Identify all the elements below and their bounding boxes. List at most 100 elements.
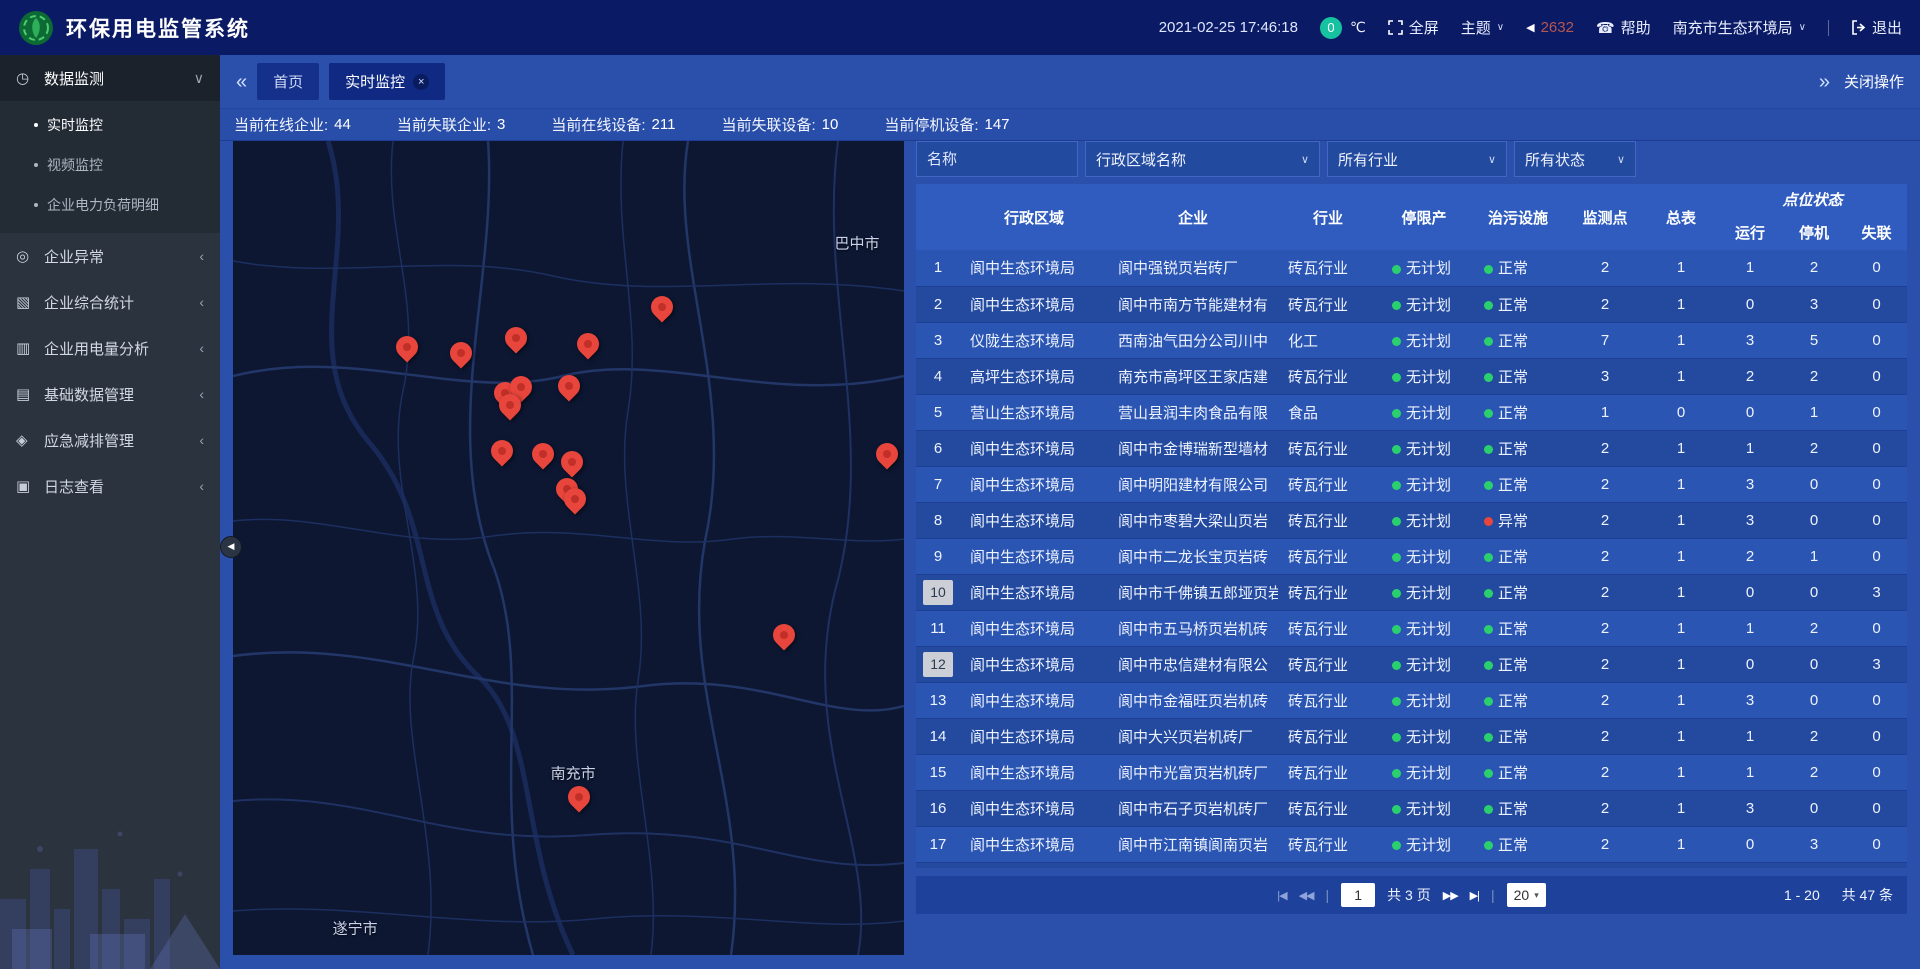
prev-page-button[interactable]: ◀◀ [1299, 889, 1314, 902]
map-pin[interactable] [491, 440, 513, 462]
cell: 砖瓦行业 [1278, 646, 1378, 682]
map-pin[interactable] [564, 488, 586, 510]
table-row[interactable]: 11阆中生态环境局阆中市五马桥页岩机砖砖瓦行业无计划正常21120 [916, 610, 1907, 646]
status-filter-select[interactable]: 所有状态 ∨ [1514, 141, 1636, 177]
stat-label: 当前失联设备: [721, 114, 815, 135]
table-row[interactable]: 14阆中生态环境局阆中大兴页岩机砖厂砖瓦行业无计划正常21120 [916, 718, 1907, 754]
cell: 2 [1718, 358, 1782, 394]
cell: 阆中明阳建材有限公司 [1108, 466, 1278, 502]
map-pin[interactable] [505, 327, 527, 349]
scroll-tabs-left-icon[interactable]: « [236, 72, 247, 92]
map-pin[interactable] [577, 333, 599, 355]
sidebar-group-header[interactable]: ▤基础数据管理‹ [0, 371, 220, 417]
row-index-highlight: 12 [923, 652, 953, 677]
cell: 1 [1718, 250, 1782, 286]
cell: 砖瓦行业 [1278, 790, 1378, 826]
last-page-button[interactable]: ▶| [1470, 889, 1479, 902]
map-pin[interactable] [532, 443, 554, 465]
help-button[interactable]: ☎ 帮助 [1596, 17, 1651, 38]
table-row[interactable]: 17阆中生态环境局阆中市江南镇阆南页岩砖瓦行业无计划正常21030 [916, 826, 1907, 862]
table-row[interactable]: 1阆中生态环境局阆中强锐页岩砖厂砖瓦行业无计划正常21120 [916, 250, 1907, 286]
tab-home[interactable]: 首页 [257, 63, 319, 100]
map-pin[interactable] [396, 336, 418, 358]
cell: 2 [1782, 430, 1846, 466]
sidebar-group-label: 企业用电量分析 [44, 338, 199, 359]
map-pin[interactable] [568, 786, 590, 808]
table-row[interactable]: 15阆中生态环境局阆中市光富页岩机砖厂砖瓦行业无计划正常21120 [916, 754, 1907, 790]
status-dot [1392, 373, 1401, 382]
scroll-tabs-right-icon[interactable]: » [1819, 72, 1830, 92]
col-running: 运行 [1718, 214, 1782, 250]
theme-dropdown[interactable]: 主题 ∨ [1461, 17, 1504, 38]
table-row[interactable]: 13阆中生态环境局阆中市金福旺页岩机砖砖瓦行业无计划正常21300 [916, 682, 1907, 718]
map-collapse-button[interactable]: ◀ [220, 536, 242, 558]
sidebar-group-header[interactable]: ◎企业异常‹ [0, 233, 220, 279]
pin-icon [556, 447, 587, 478]
sidebar-group-header[interactable]: ▥企业用电量分析‹ [0, 325, 220, 371]
table-row[interactable]: 8阆中生态环境局阆中市枣碧大梁山页岩砖瓦行业无计划异常21300 [916, 502, 1907, 538]
region-filter-select[interactable]: 行政区域名称 ∨ [1085, 141, 1320, 177]
map-pin[interactable] [773, 624, 795, 646]
sidebar-group-header[interactable]: ◷数据监测∨ [0, 55, 220, 101]
close-operations-button[interactable]: 关闭操作 [1844, 71, 1904, 92]
table-row[interactable]: 12阆中生态环境局阆中市忠信建材有限公砖瓦行业无计划正常21003 [916, 646, 1907, 682]
sidebar-item[interactable]: 实时监控 [0, 105, 220, 145]
logout-label: 退出 [1872, 17, 1902, 38]
table-row[interactable]: 7阆中生态环境局阆中明阳建材有限公司砖瓦行业无计划正常21300 [916, 466, 1907, 502]
status-dot [1392, 337, 1401, 346]
page-number-input[interactable]: 1 [1341, 883, 1375, 907]
row-index-cell: 13 [916, 682, 960, 718]
temperature-badge: 0 [1320, 17, 1342, 39]
org-dropdown[interactable]: 南充市生态环境局 ∨ [1673, 17, 1806, 38]
name-filter-input[interactable] [916, 141, 1078, 177]
status-cell: 无计划 [1378, 250, 1470, 286]
sidebar-group: ◈应急减排管理‹ [0, 417, 220, 463]
cell: 阆中市千佛镇五郎垭页岩 [1108, 574, 1278, 610]
map-pin[interactable] [499, 394, 521, 416]
pagination-bar: |◀ ◀◀ | 1 共 3 页 ▶▶ ▶| | 20 ▾ [916, 876, 1907, 914]
status-dot [1484, 589, 1493, 598]
fullscreen-button[interactable]: 全屏 [1388, 17, 1439, 38]
cell: 阆中市忠信建材有限公 [1108, 646, 1278, 682]
cell: 0 [1644, 394, 1718, 430]
cell: 1 [1566, 394, 1644, 430]
map-panel[interactable]: 巴中市南充市遂宁市 ◀ [233, 141, 904, 955]
sidebar-group-header[interactable]: ▧企业综合统计‹ [0, 279, 220, 325]
map-pin[interactable] [450, 342, 472, 364]
table-row[interactable]: 18南部生态环境局南部县双佛土陶有限公砖瓦行业无计划正常21030 [916, 862, 1907, 868]
map-pin[interactable] [561, 451, 583, 473]
sidebar-group-header[interactable]: ◈应急减排管理‹ [0, 417, 220, 463]
cell: 0 [1846, 430, 1907, 466]
table-row[interactable]: 4高坪生态环境局南充市高坪区王家店建砖瓦行业无计划正常31220 [916, 358, 1907, 394]
alert-ticker[interactable]: ◀ 2632 [1526, 19, 1574, 36]
table-row[interactable]: 10阆中生态环境局阆中市千佛镇五郎垭页岩砖瓦行业无计划正常21003 [916, 574, 1907, 610]
close-icon[interactable]: × [413, 74, 429, 90]
map-pin[interactable] [558, 375, 580, 397]
cell: 1 [1718, 430, 1782, 466]
sidebar-group-header[interactable]: ▣日志查看‹ [0, 463, 220, 509]
cell: 1 [1718, 754, 1782, 790]
first-page-button[interactable]: |◀ [1277, 889, 1286, 902]
sidebar-item[interactable]: 企业电力负荷明细 [0, 185, 220, 225]
status-text: 无计划 [1406, 765, 1451, 782]
cell: 3 [1718, 682, 1782, 718]
sidebar-item[interactable]: 视频监控 [0, 145, 220, 185]
table-row[interactable]: 9阆中生态环境局阆中市二龙长宝页岩砖砖瓦行业无计划正常21210 [916, 538, 1907, 574]
table-row[interactable]: 6阆中生态环境局阆中市金博瑞新型墙材砖瓦行业无计划正常21120 [916, 430, 1907, 466]
cell: 2 [1566, 502, 1644, 538]
map-pin[interactable] [876, 443, 898, 465]
table-row[interactable]: 2阆中生态环境局阆中市南方节能建材有砖瓦行业无计划正常21030 [916, 286, 1907, 322]
industry-filter-select[interactable]: 所有行业 ∨ [1327, 141, 1507, 177]
table-row[interactable]: 5营山生态环境局营山县润丰肉食品有限食品无计划正常10010 [916, 394, 1907, 430]
next-page-button[interactable]: ▶▶ [1443, 889, 1458, 902]
enterprise-table: 行政区域 企业 行业 停限产 治污设施 监测点 总表 点位状态 [916, 184, 1907, 868]
page-size-select[interactable]: 20 ▾ [1507, 883, 1546, 907]
cell: 2 [1566, 574, 1644, 610]
cell: 阆中市江南镇阆南页岩 [1108, 826, 1278, 862]
map-pin[interactable] [651, 296, 673, 318]
logout-button[interactable]: 退出 [1851, 17, 1902, 38]
cell: 阆中生态环境局 [960, 754, 1108, 790]
table-row[interactable]: 16阆中生态环境局阆中市石子页岩机砖厂砖瓦行业无计划正常21300 [916, 790, 1907, 826]
table-row[interactable]: 3仪陇生态环境局西南油气田分公司川中化工无计划正常71350 [916, 322, 1907, 358]
tab-realtime-monitor[interactable]: 实时监控 × [329, 63, 445, 100]
